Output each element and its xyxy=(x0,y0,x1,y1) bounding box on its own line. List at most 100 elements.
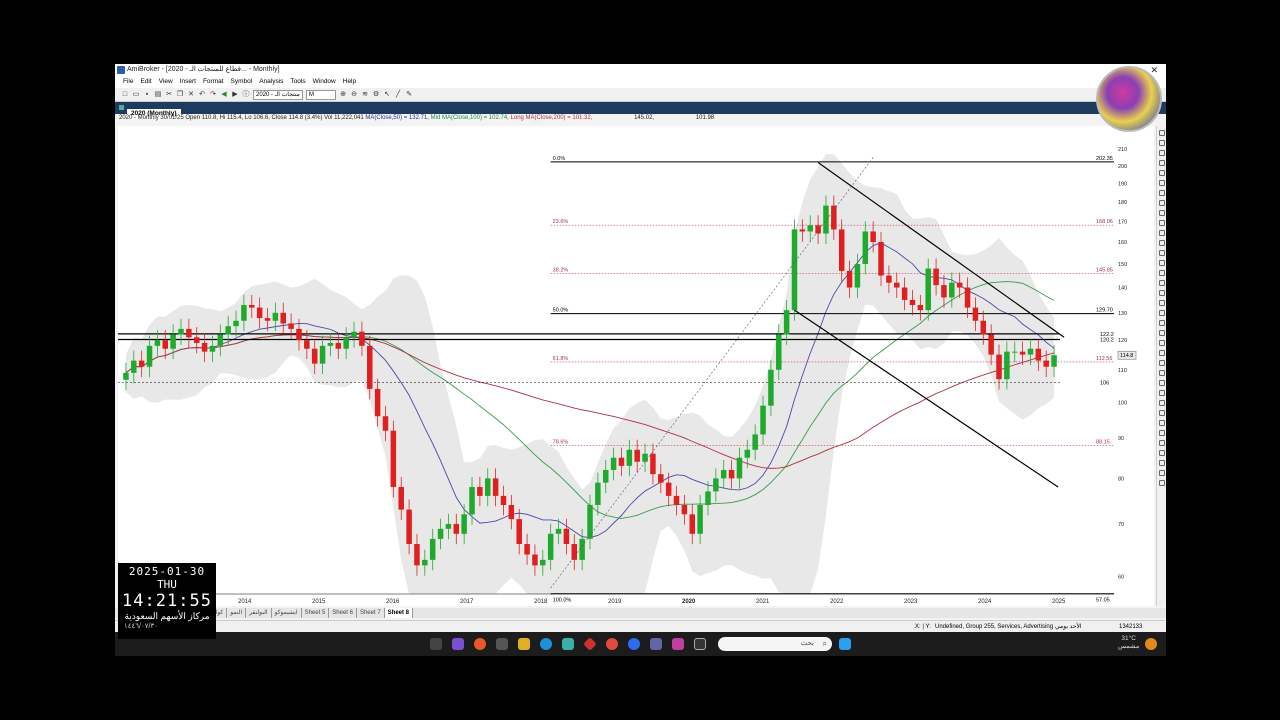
amibroker-task-icon[interactable] xyxy=(452,638,464,650)
edge-icon[interactable] xyxy=(540,638,552,650)
drawing-tool-icon[interactable] xyxy=(1158,320,1165,326)
delete-icon[interactable]: ✕ xyxy=(187,91,195,99)
sheet-tab[interactable]: البولنقر xyxy=(246,608,272,618)
sheet-tab[interactable]: ايشيموكو xyxy=(272,608,302,618)
menu-bar: File Edit View Insert Format Symbol Analysis To… xyxy=(115,76,1166,88)
menu-view[interactable]: View xyxy=(159,76,173,88)
sheet-tab[interactable]: Sheet 8 xyxy=(384,608,413,618)
x-tick-label: 2025 xyxy=(1052,599,1066,605)
drawing-tool-icon[interactable] xyxy=(1158,370,1165,376)
chart-svg[interactable]: 0.0% 202.35 23.6% 168.06 38.2% 145.85 50.0% 129… xyxy=(118,126,1154,606)
zoom-icon[interactable] xyxy=(628,638,640,650)
drawing-tool-icon[interactable] xyxy=(1158,310,1165,316)
drawing-tool-icon[interactable] xyxy=(1158,390,1165,396)
drawing-tool-icon[interactable] xyxy=(1158,470,1165,476)
drawing-tool-icon[interactable] xyxy=(1158,480,1165,486)
drawing-tool-icon[interactable] xyxy=(1158,170,1165,176)
teams-icon[interactable] xyxy=(650,638,662,650)
app-colorful-icon[interactable] xyxy=(672,638,684,650)
drawing-tool-icon[interactable] xyxy=(1158,420,1165,426)
menu-file[interactable]: File xyxy=(123,76,133,88)
drawing-tool-icon[interactable] xyxy=(1158,340,1165,346)
menu-format[interactable]: Format xyxy=(203,76,224,88)
menu-tools[interactable]: Tools xyxy=(290,76,305,88)
windows-logo-icon[interactable] xyxy=(839,638,851,650)
drawing-tool-icon[interactable] xyxy=(1158,270,1165,276)
price-chart[interactable]: 0.0% 202.35 23.6% 168.06 38.2% 145.85 50.0% 129… xyxy=(118,126,1154,606)
drawing-tool-icon[interactable] xyxy=(1158,160,1165,166)
zoom-out-icon[interactable]: ⊖ xyxy=(350,91,358,99)
drawing-tool-icon[interactable] xyxy=(1158,350,1165,356)
save-icon[interactable]: ▪ xyxy=(143,91,151,99)
open-icon[interactable]: ▭ xyxy=(132,91,140,99)
app-red-icon[interactable] xyxy=(583,637,597,651)
redo-icon[interactable]: ↷ xyxy=(209,91,217,99)
drawing-tool-icon[interactable] xyxy=(1158,290,1165,296)
drawing-tool-icon[interactable] xyxy=(1158,280,1165,286)
drawing-tool-icon[interactable] xyxy=(1158,250,1165,256)
sheet-tab[interactable]: Sheet 6 xyxy=(329,608,357,618)
candle-body xyxy=(540,559,546,566)
trendline-icon[interactable]: ╱ xyxy=(394,91,402,99)
print-icon[interactable]: ▤ xyxy=(154,91,162,99)
drawing-tool-icon[interactable] xyxy=(1158,190,1165,196)
cut-icon[interactable]: ✂ xyxy=(165,91,173,99)
files-icon[interactable] xyxy=(518,638,530,650)
drawing-tool-icon[interactable] xyxy=(1158,180,1165,186)
drawing-tool-icon[interactable] xyxy=(1158,240,1165,246)
symbol-field[interactable]: 2020 - منتجات الـ xyxy=(253,89,303,100)
tool-icon[interactable]: ⚙ xyxy=(372,91,380,99)
drawing-tool-icon[interactable] xyxy=(1158,360,1165,366)
interval-field[interactable]: M xyxy=(306,89,336,100)
menu-analysis[interactable]: Analysis xyxy=(259,76,283,88)
drawing-tool-icon[interactable] xyxy=(1158,440,1165,446)
drawing-tool-icon[interactable] xyxy=(1158,400,1165,406)
drawing-tool-icon[interactable] xyxy=(1158,300,1165,306)
candle-body xyxy=(461,514,467,534)
drawing-tool-icon[interactable] xyxy=(1158,230,1165,236)
drawing-tool-icon[interactable] xyxy=(1158,140,1165,146)
candle-body xyxy=(681,504,688,515)
copilot-icon[interactable] xyxy=(562,638,574,650)
back-icon[interactable]: ◀ xyxy=(220,91,228,99)
menu-window[interactable]: Window xyxy=(313,76,336,88)
drawing-tool-icon[interactable] xyxy=(1158,150,1165,156)
taskbar-search[interactable]: بحث ⌕ xyxy=(718,637,832,651)
sheet-tab[interactable]: Sheet 7 xyxy=(357,608,385,618)
app-icon[interactable] xyxy=(496,638,508,650)
info-icon[interactable]: ⓘ xyxy=(242,91,250,99)
sheet-tab[interactable]: النمو xyxy=(227,608,247,618)
drawing-tool-icon[interactable] xyxy=(1158,200,1165,206)
menu-symbol[interactable]: Symbol xyxy=(231,76,253,88)
sheet-tab[interactable]: Sheet 5 xyxy=(302,608,330,618)
pencil-icon[interactable]: ✎ xyxy=(405,91,413,99)
menu-edit[interactable]: Edit xyxy=(140,76,151,88)
drawing-tool-icon[interactable] xyxy=(1158,220,1165,226)
notification-icon[interactable] xyxy=(1145,638,1157,650)
copy-icon[interactable]: ❐ xyxy=(176,91,184,99)
chart-type-icon[interactable]: ≋ xyxy=(361,91,369,99)
forward-icon[interactable]: ▶ xyxy=(231,91,239,99)
zoom-in-icon[interactable]: ⊕ xyxy=(339,91,347,99)
drawing-tool-icon[interactable] xyxy=(1158,460,1165,466)
new-icon[interactable]: □ xyxy=(121,91,129,99)
window-icon[interactable] xyxy=(694,638,706,650)
drawing-tool-icon[interactable] xyxy=(1158,330,1165,336)
drawing-tool-icon[interactable] xyxy=(1158,380,1165,386)
weather[interactable]: 31°C مشمس xyxy=(1118,635,1139,651)
drawing-tool-icon[interactable] xyxy=(1158,450,1165,456)
drawing-tool-icon[interactable] xyxy=(1158,260,1165,266)
select-icon[interactable]: ↖ xyxy=(383,91,391,99)
drawing-tool-icon[interactable] xyxy=(1158,410,1165,416)
drawing-tool-icon[interactable] xyxy=(1158,210,1165,216)
menu-insert[interactable]: Insert xyxy=(180,76,196,88)
drawing-tool-icon[interactable] xyxy=(1158,430,1165,436)
candle-body xyxy=(406,509,412,544)
drawing-tool-icon[interactable] xyxy=(1158,130,1165,136)
chrome-icon[interactable] xyxy=(606,638,618,650)
undo-icon[interactable]: ↶ xyxy=(198,91,206,99)
start-icon[interactable] xyxy=(430,638,442,650)
menu-help[interactable]: Help xyxy=(343,76,356,88)
firefox-icon[interactable] xyxy=(474,638,486,650)
overlay-name: مركاز الأسهم السعودية xyxy=(124,611,210,621)
